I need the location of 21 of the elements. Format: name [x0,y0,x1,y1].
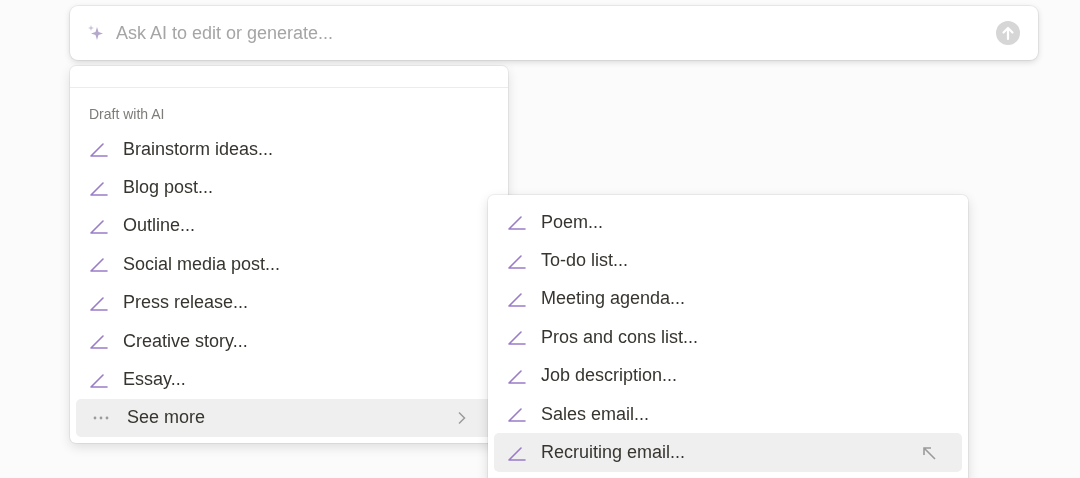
menu-item[interactable]: Brainstorm ideas... [76,130,502,169]
pen-icon [89,333,109,350]
ellipsis-icon [91,415,111,420]
pen-icon [89,217,109,234]
pen-icon [89,294,109,311]
pen-icon [507,290,527,307]
section-heading: Draft with AI [88,105,166,124]
pen-icon [507,252,527,269]
pen-icon [507,444,527,461]
pen-icon [89,256,109,273]
pen-icon [507,329,527,346]
pen-icon [89,141,109,158]
pen-icon [507,214,527,231]
chevron-right-icon [457,410,467,425]
pen-icon [507,367,527,384]
menu-item[interactable]: Recruiting email... [494,433,962,472]
pen-icon [89,371,109,388]
ai-prompt-field[interactable]: Ask AI to edit or generate... [70,6,1038,60]
pen-icon [89,179,109,196]
pen-icon [507,406,527,423]
arrow-up-left-icon [921,444,937,461]
